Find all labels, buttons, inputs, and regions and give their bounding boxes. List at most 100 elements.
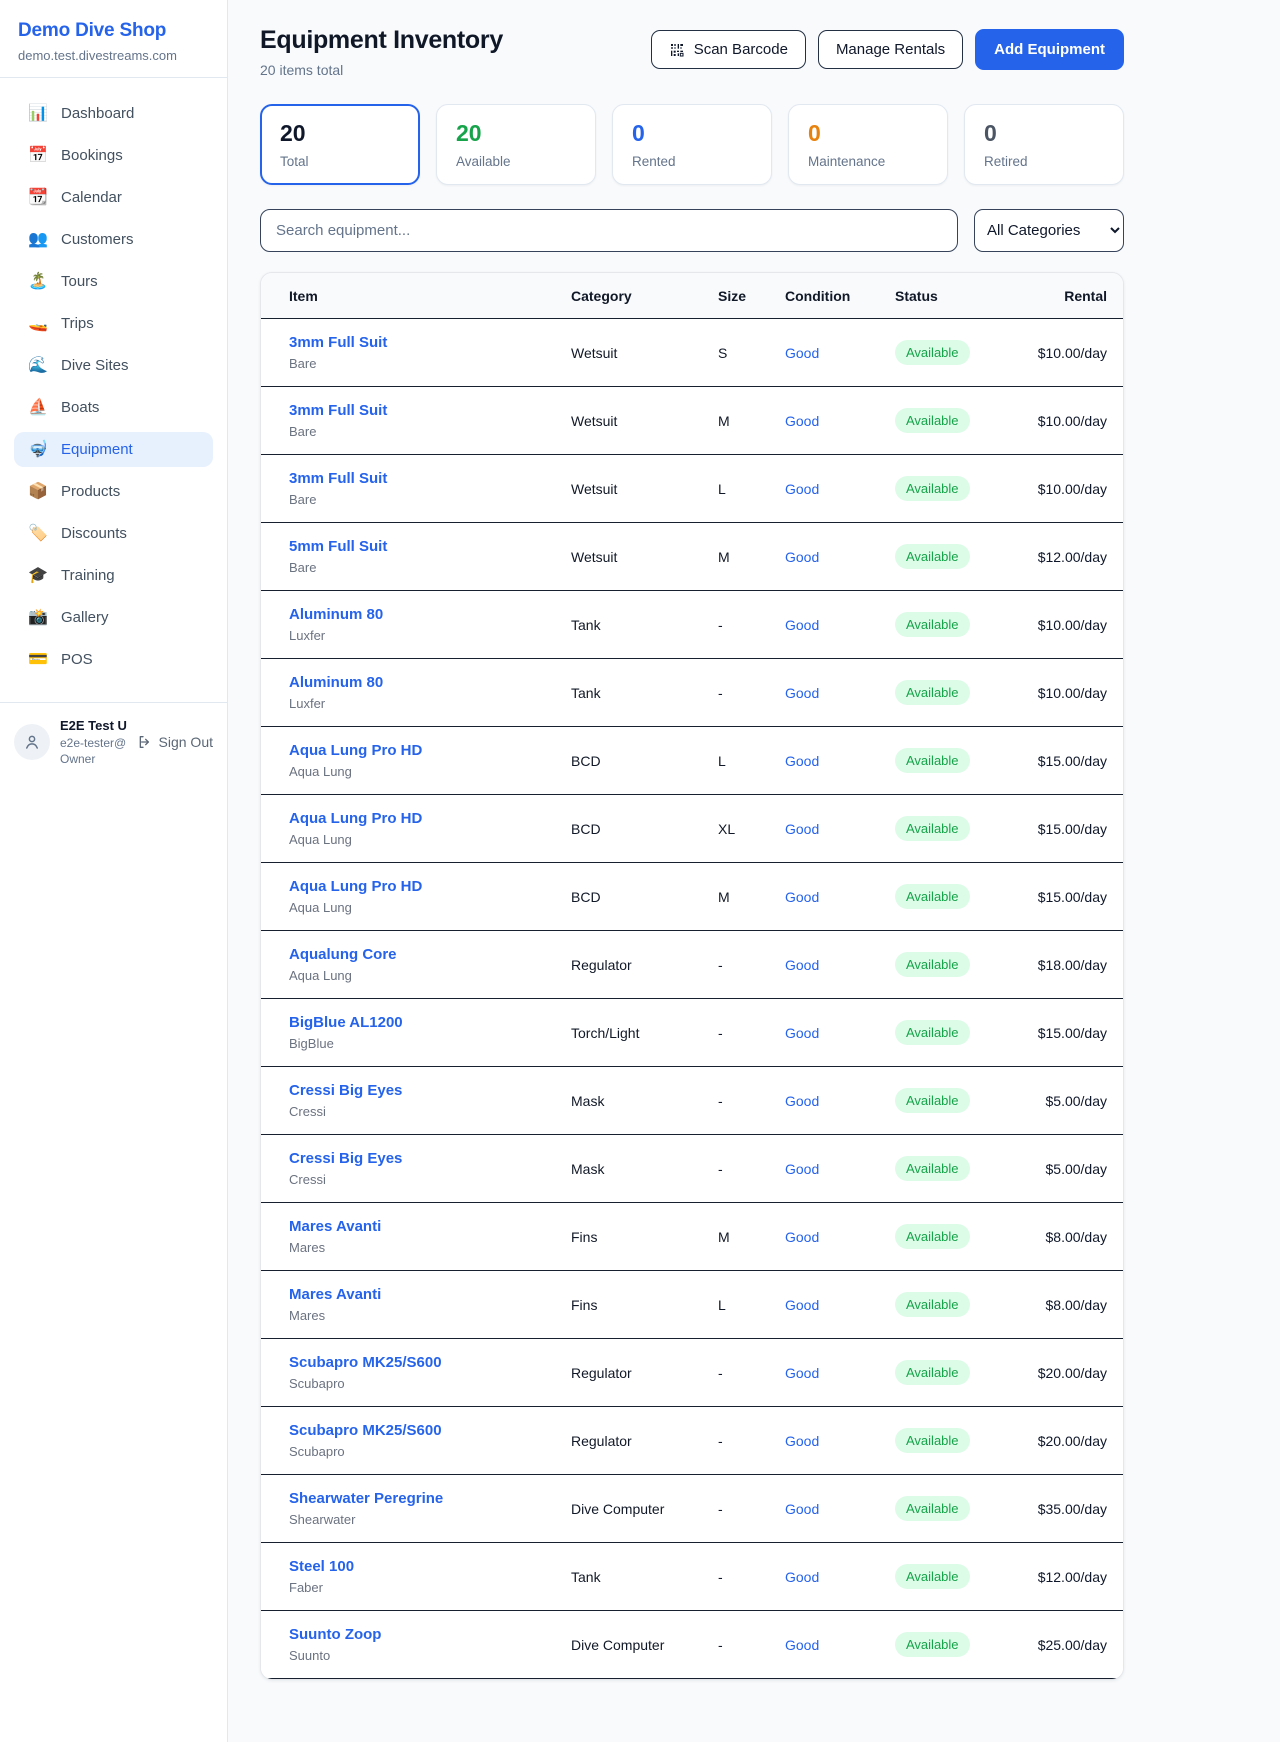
item-name-link[interactable]: Steel 100 — [289, 1558, 354, 1575]
status-badge: Available — [895, 340, 970, 365]
search-input[interactable] — [260, 209, 958, 252]
sign-out-button[interactable]: Sign Out — [137, 734, 213, 750]
item-name-link[interactable]: BigBlue AL1200 — [289, 1014, 403, 1031]
item-condition-link[interactable]: Good — [785, 1365, 895, 1381]
nav-item-icon: 📆 — [28, 190, 48, 206]
sidebar-item[interactable]: 📅 Bookings — [14, 138, 213, 173]
table-row: Aqua Lung Pro HD Aqua Lung BCD M Good Av… — [261, 863, 1123, 931]
status-badge: Available — [895, 1292, 970, 1317]
sidebar-item[interactable]: 🤿 Equipment — [14, 432, 213, 467]
item-rental-price: $25.00/day — [1037, 1637, 1107, 1653]
status-badge: Available — [895, 476, 970, 501]
item-condition-link[interactable]: Good — [785, 1093, 895, 1109]
item-condition-link[interactable]: Good — [785, 753, 895, 769]
item-name-link[interactable]: Suunto Zoop — [289, 1626, 381, 1643]
item-name-link[interactable]: Cressi Big Eyes — [289, 1082, 402, 1099]
stat-card[interactable]: 0 Rented — [612, 104, 772, 185]
items-total-count: 20 items total — [260, 62, 503, 78]
page-header: Equipment Inventory 20 items total — [260, 26, 1124, 78]
item-rental-price: $12.00/day — [1037, 1569, 1107, 1585]
item-name-link[interactable]: Aqua Lung Pro HD — [289, 878, 422, 895]
item-condition-link[interactable]: Good — [785, 1025, 895, 1041]
item-condition-link[interactable]: Good — [785, 549, 895, 565]
stat-label: Maintenance — [808, 154, 928, 169]
item-condition-link[interactable]: Good — [785, 1433, 895, 1449]
barcode-scan-icon — [669, 42, 685, 58]
sidebar-item[interactable]: 🚤 Trips — [14, 306, 213, 341]
sidebar-item[interactable]: 🏝️ Tours — [14, 264, 213, 299]
item-condition-link[interactable]: Good — [785, 481, 895, 497]
stat-card[interactable]: 20 Available — [436, 104, 596, 185]
shop-name[interactable]: Demo Dive Shop — [18, 20, 209, 42]
nav-item-icon: 🎓 — [28, 568, 48, 584]
sidebar-item[interactable]: 📸 Gallery — [14, 600, 213, 635]
main-content: Equipment Inventory 20 items total — [228, 0, 1124, 1742]
item-category: Regulator — [571, 957, 718, 973]
item-category: Torch/Light — [571, 1025, 718, 1041]
item-condition-link[interactable]: Good — [785, 1161, 895, 1177]
stat-card[interactable]: 0 Maintenance — [788, 104, 948, 185]
item-size: S — [718, 345, 785, 361]
item-condition-link[interactable]: Good — [785, 617, 895, 633]
sidebar-item[interactable]: 📊 Dashboard — [14, 96, 213, 131]
item-name-link[interactable]: Aqua Lung Pro HD — [289, 810, 422, 827]
manage-rentals-button[interactable]: Manage Rentals — [818, 30, 963, 69]
item-name-link[interactable]: 3mm Full Suit — [289, 402, 387, 419]
item-name-link[interactable]: Shearwater Peregrine — [289, 1490, 443, 1507]
stat-value: 0 — [984, 120, 1104, 147]
item-condition-link[interactable]: Good — [785, 1501, 895, 1517]
item-name-link[interactable]: Aqua Lung Pro HD — [289, 742, 422, 759]
item-condition-link[interactable]: Good — [785, 889, 895, 905]
item-brand: Faber — [289, 1580, 571, 1595]
sidebar-item[interactable]: ⛵ Boats — [14, 390, 213, 425]
item-name-link[interactable]: Aqualung Core — [289, 946, 397, 963]
item-category: Dive Computer — [571, 1501, 718, 1517]
item-name-link[interactable]: Cressi Big Eyes — [289, 1150, 402, 1167]
item-condition-link[interactable]: Good — [785, 1297, 895, 1313]
item-condition-link[interactable]: Good — [785, 345, 895, 361]
nav-item-icon: 💳 — [28, 652, 48, 668]
column-header-category: Category — [571, 288, 718, 304]
status-badge: Available — [895, 748, 970, 773]
sidebar-item[interactable]: 💳 POS — [14, 642, 213, 677]
table-row: Aqualung Core Aqua Lung Regulator - Good… — [261, 931, 1123, 999]
status-badge: Available — [895, 1428, 970, 1453]
category-select[interactable]: All Categories — [974, 209, 1124, 252]
table-body: 3mm Full Suit Bare Wetsuit S Good Availa… — [261, 319, 1123, 1679]
status-badge: Available — [895, 544, 970, 569]
sidebar-item[interactable]: 🎓 Training — [14, 558, 213, 593]
item-brand: Shearwater — [289, 1512, 571, 1527]
item-condition-link[interactable]: Good — [785, 1569, 895, 1585]
stat-card[interactable]: 20 Total — [260, 104, 420, 185]
nav-item-label: Dashboard — [61, 105, 134, 122]
item-name-link[interactable]: Mares Avanti — [289, 1286, 381, 1303]
item-condition-link[interactable]: Good — [785, 685, 895, 701]
stat-value: 0 — [632, 120, 752, 147]
nav-item-label: Gallery — [61, 609, 109, 626]
item-size: M — [718, 413, 785, 429]
sidebar-item[interactable]: 🏷️ Discounts — [14, 516, 213, 551]
item-condition-link[interactable]: Good — [785, 1637, 895, 1653]
scan-barcode-button[interactable]: Scan Barcode — [651, 30, 806, 69]
item-name-link[interactable]: Aluminum 80 — [289, 606, 383, 623]
item-name-link[interactable]: 3mm Full Suit — [289, 334, 387, 351]
item-name-link[interactable]: 3mm Full Suit — [289, 470, 387, 487]
sidebar-item[interactable]: 📆 Calendar — [14, 180, 213, 215]
item-condition-link[interactable]: Good — [785, 1229, 895, 1245]
user-name: E2E Test U... — [60, 717, 127, 735]
add-equipment-button[interactable]: Add Equipment — [975, 29, 1124, 70]
item-condition-link[interactable]: Good — [785, 957, 895, 973]
sidebar-item[interactable]: 📦 Products — [14, 474, 213, 509]
item-name-link[interactable]: Mares Avanti — [289, 1218, 381, 1235]
item-rental-price: $15.00/day — [1037, 753, 1107, 769]
item-name-link[interactable]: Aluminum 80 — [289, 674, 383, 691]
sidebar-item[interactable]: 👥 Customers — [14, 222, 213, 257]
stat-card[interactable]: 0 Retired — [964, 104, 1124, 185]
item-condition-link[interactable]: Good — [785, 821, 895, 837]
sidebar-item[interactable]: 🌊 Dive Sites — [14, 348, 213, 383]
scan-barcode-label: Scan Barcode — [694, 41, 788, 58]
item-name-link[interactable]: Scubapro MK25/S600 — [289, 1354, 442, 1371]
item-name-link[interactable]: Scubapro MK25/S600 — [289, 1422, 442, 1439]
item-condition-link[interactable]: Good — [785, 413, 895, 429]
item-name-link[interactable]: 5mm Full Suit — [289, 538, 387, 555]
